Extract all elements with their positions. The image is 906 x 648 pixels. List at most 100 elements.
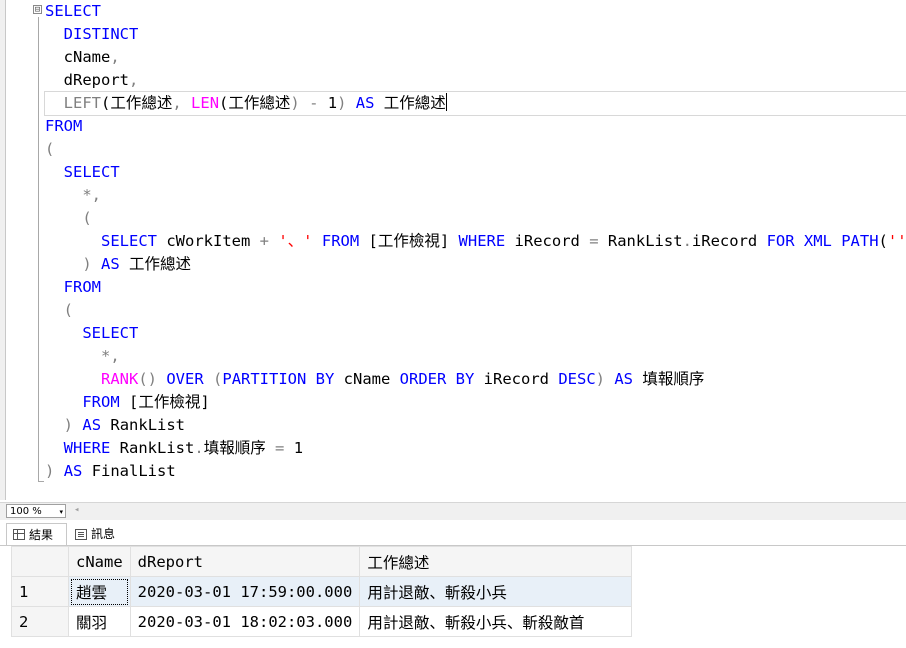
code-line[interactable]: SELECT cWorkItem + '、' FROM [工作檢視] WHERE… [45,230,906,253]
code-token: . [682,232,692,250]
code-token: RANK [101,370,139,388]
code-line[interactable]: ) AS FinalList [45,460,906,483]
code-token: 工作總述 [110,94,173,112]
editor-horizontal-scrollbar[interactable]: 100 % ▾ ◂ [0,502,906,520]
code-line[interactable]: WHERE RankList.填報順序 = 1 [45,437,906,460]
code-token: RankList [110,439,195,457]
code-line[interactable]: *, [45,184,906,207]
code-line[interactable]: *, [45,345,906,368]
grid-corner-cell[interactable] [11,546,69,577]
code-line[interactable]: SELECT [45,161,906,184]
code-token: FROM [321,232,360,250]
row-number[interactable]: 2 [11,606,69,637]
cell-dreport[interactable]: 2020-03-01 18:02:03.000 [129,606,361,637]
code-token: ) [63,416,74,434]
column-header-summary[interactable]: 工作總述 [359,546,633,577]
cell-summary[interactable]: 用計退敵、斬殺小兵、斬殺敵首 [359,606,633,637]
collapse-toggle-icon[interactable]: ⊟ [33,5,42,15]
code-token: cName [334,370,400,388]
code-token: FOR XML PATH [766,232,879,250]
code-line[interactable]: FROM [45,276,906,299]
code-token: 工作總述 [383,94,446,112]
code-token: ( [878,232,888,250]
code-line[interactable]: SELECT [45,322,906,345]
scroll-left-arrow-icon[interactable]: ◂ [74,505,79,515]
code-token: ) [290,94,300,112]
code-token: ( [213,370,223,388]
code-token: FROM [82,393,120,411]
table-row[interactable]: 1 趙雲 2020-03-01 17:59:00.000 用計退敵、斬殺小兵 [11,576,633,607]
code-token: cName [45,48,111,66]
zoom-dropdown[interactable]: 100 % ▾ [6,504,66,518]
code-token: + [259,232,269,250]
code-token: SELECT [101,232,157,250]
sql-query-editor[interactable]: SELECT DISTINCT cName, dReport, LEFT(工作總… [44,0,906,500]
code-token: 工作總述 [228,94,291,112]
code-token: iRecord [691,232,767,250]
tab-results[interactable]: 結果 [6,523,67,545]
code-token: RankList [101,416,186,434]
table-row[interactable]: 2 關羽 2020-03-01 18:02:03.000 用計退敵、斬殺小兵、斬… [11,606,633,637]
code-line[interactable]: ( [45,207,906,230]
code-line[interactable]: RANK() OVER (PARTITION BY cName ORDER BY… [45,368,906,391]
code-token: WHERE [63,439,111,457]
outline-line-end [38,481,44,482]
code-line[interactable]: LEFT(工作總述, LEN(工作總述) - 1) AS 工作總述 [44,91,906,116]
code-token: DESC [558,370,596,388]
code-line[interactable]: FROM [45,115,906,138]
code-token: [ [359,232,378,250]
code-line[interactable]: SELECT [45,0,906,23]
code-token: 1 [284,439,304,457]
text-caret [445,93,447,111]
message-icon [75,528,87,540]
code-line[interactable]: FROM [工作檢視] [45,391,906,414]
code-line[interactable]: ( [45,138,906,161]
tab-messages[interactable]: 訊息 [69,523,129,545]
code-token: = [589,232,599,250]
code-token: . [194,439,204,457]
dropdown-arrow-icon: ▾ [59,508,63,516]
code-line[interactable]: ) AS 工作總述 [45,253,906,276]
code-token: [ [119,393,139,411]
code-token: 填報順序 [642,370,705,388]
code-token: cWorkItem [157,232,260,250]
code-line[interactable]: DISTINCT [45,23,906,46]
cell-cname[interactable]: 趙雲 [68,576,131,607]
code-token: AS [614,370,634,388]
cell-summary[interactable]: 用計退敵、斬殺小兵 [359,576,633,607]
code-line[interactable]: dReport, [45,69,906,92]
code-token: FinalList [82,462,176,480]
code-line[interactable]: ( [45,299,906,322]
code-token: '' [887,232,906,250]
row-number[interactable]: 1 [11,576,69,607]
code-line[interactable]: ) AS RankList [45,414,906,437]
cell-dreport[interactable]: 2020-03-01 17:59:00.000 [129,576,361,607]
column-header-cname[interactable]: cName [68,546,131,577]
cell-cname[interactable]: 關羽 [68,606,131,637]
code-token: *, [101,347,120,365]
code-token: ( [63,301,74,319]
results-grid[interactable]: cName dReport 工作總述 1 趙雲 2020-03-01 17:59… [11,546,633,637]
code-token: ( [82,209,92,227]
code-token: = [275,439,285,457]
code-token: SELECT [45,2,101,20]
code-token: LEFT [63,94,101,112]
code-token: () [138,370,157,388]
code-line[interactable]: cName, [45,46,906,69]
code-token: AS [82,416,102,434]
code-token: iRecord [474,370,559,388]
column-header-dreport[interactable]: dReport [129,546,361,577]
